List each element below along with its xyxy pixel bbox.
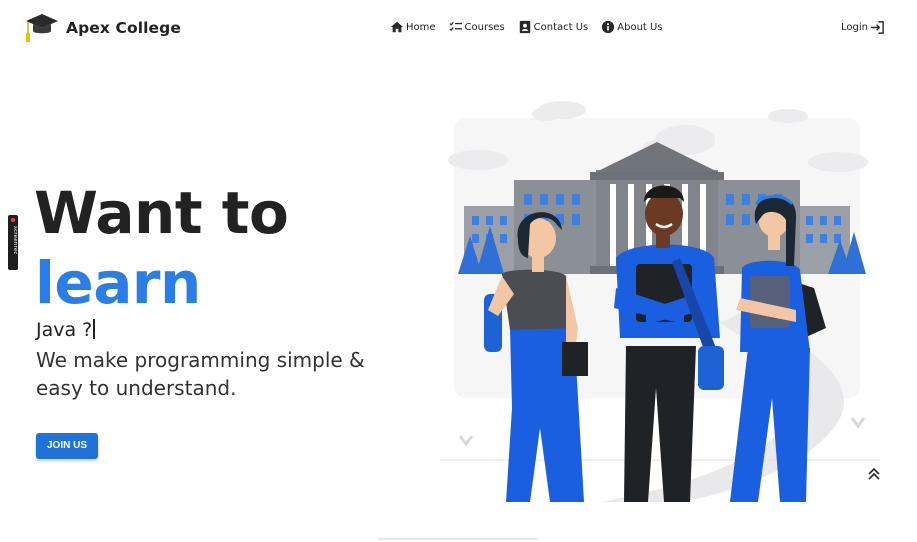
page-divider (378, 538, 538, 540)
nav-home-label: Home (406, 21, 436, 33)
record-dot-icon (11, 218, 15, 222)
typing-cursor (93, 319, 95, 339)
info-icon (602, 20, 615, 34)
contact-card-icon (519, 20, 530, 34)
home-icon (390, 21, 404, 33)
graduation-cap-icon (26, 14, 58, 42)
brand-name: Apex College (66, 19, 181, 37)
nav-courses-label: Courses (464, 21, 505, 33)
hero-tagline: We make programming simple & easy to und… (36, 348, 365, 400)
nav-contact[interactable]: Contact Us (518, 20, 589, 34)
students-illustration (440, 101, 880, 502)
login-label: Login (841, 22, 868, 33)
nav-links: Home Courses Contact Us About Us (390, 20, 676, 34)
typed-language: Java ? (36, 318, 95, 342)
recorder-label: screenrec (12, 226, 18, 255)
double-chevron-up-icon[interactable] (866, 466, 882, 482)
login-button[interactable]: Login (841, 20, 885, 35)
screen-recorder-badge[interactable]: screenrec (8, 215, 18, 270)
sign-in-icon (870, 21, 884, 34)
join-us-button[interactable]: JOIN US (36, 433, 98, 459)
nav-contact-label: Contact Us (533, 21, 589, 33)
nav-home[interactable]: Home (390, 20, 436, 34)
typed-text: Java ? (36, 319, 93, 341)
nav-about[interactable]: About Us (601, 20, 663, 34)
navbar: Apex College Home Courses Contact Us Abo… (0, 0, 917, 58)
nav-about-label: About Us (617, 21, 663, 33)
hero-title-line1: Want to (34, 179, 289, 247)
hero-title-line2: learn (35, 249, 201, 317)
checklist-icon (448, 21, 462, 31)
nav-courses[interactable]: Courses (448, 20, 505, 34)
brand[interactable]: Apex College (24, 12, 181, 44)
